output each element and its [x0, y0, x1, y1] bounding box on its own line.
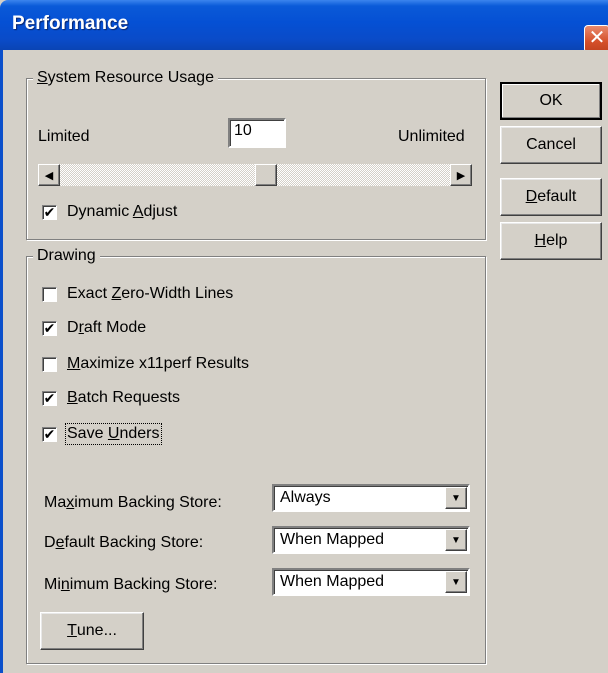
resource-slider[interactable]: ◀ ▶ — [38, 164, 472, 186]
chevron-down-icon: ▼ — [451, 576, 461, 588]
default-backing-store-select[interactable]: When Mapped ▼ — [272, 526, 470, 554]
batch-requests-box[interactable]: ✔ — [42, 391, 57, 406]
chevron-down-icon: ▼ — [451, 492, 461, 504]
close-button[interactable]: ✕ — [584, 25, 608, 53]
maximize-x11perf-label: Maximize x11perf Results — [67, 355, 249, 372]
chevron-down-icon: ▼ — [451, 534, 461, 546]
close-icon: ✕ — [588, 27, 606, 49]
cancel-button[interactable]: Cancel — [500, 126, 602, 164]
max-backing-store-value: Always — [280, 489, 331, 506]
max-backing-store-select[interactable]: Always ▼ — [272, 484, 470, 512]
slider-left-arrow[interactable]: ◀ — [38, 164, 60, 186]
arrow-left-icon: ◀ — [44, 169, 54, 182]
help-button[interactable]: Help — [500, 222, 602, 260]
drawing-group: Drawing — [26, 247, 486, 664]
default-button[interactable]: Default — [500, 178, 602, 216]
slider-right-arrow[interactable]: ▶ — [450, 164, 472, 186]
min-backing-store-select[interactable]: When Mapped ▼ — [272, 568, 470, 596]
dynamic-adjust-label: Dynamic Adjust — [67, 203, 178, 220]
default-backing-store-label: Default Backing Store: — [44, 534, 204, 551]
default-backing-store-dropdown[interactable]: ▼ — [445, 529, 467, 551]
draft-mode-label: Draft Mode — [67, 319, 147, 336]
min-backing-store-value: When Mapped — [280, 573, 385, 590]
exact-zero-width-box[interactable] — [42, 287, 57, 302]
min-backing-store-dropdown[interactable]: ▼ — [445, 571, 467, 593]
maximize-x11perf-box[interactable] — [42, 357, 57, 372]
batch-requests-label: Batch Requests — [67, 389, 180, 406]
slider-thumb[interactable] — [255, 164, 278, 186]
resource-usage-legend: System Resource Usage — [33, 69, 218, 87]
min-backing-store-label: Minimum Backing Store: — [44, 576, 218, 593]
window-frame — [0, 50, 3, 673]
max-backing-store-dropdown[interactable]: ▼ — [445, 487, 467, 509]
ok-button[interactable]: OK — [500, 82, 602, 120]
draft-mode-box[interactable]: ✔ — [42, 321, 57, 336]
resource-value-field[interactable]: 10 — [228, 118, 286, 148]
dynamic-adjust-box[interactable]: ✔ — [42, 205, 57, 220]
title-bar: Performance — [0, 0, 608, 50]
arrow-right-icon: ▶ — [456, 169, 466, 182]
save-unders-label: Save Unders — [65, 423, 162, 445]
exact-zero-width-label: Exact Zero-Width Lines — [67, 285, 234, 302]
save-unders-box[interactable]: ✔ — [42, 427, 57, 442]
limited-label: Limited — [38, 128, 90, 145]
window-title: Performance — [12, 13, 129, 34]
tune-button[interactable]: Tune... — [40, 612, 144, 650]
default-backing-store-value: When Mapped — [280, 531, 385, 548]
max-backing-store-label: Maximum Backing Store: — [44, 494, 222, 511]
drawing-legend: Drawing — [33, 247, 100, 265]
unlimited-label: Unlimited — [398, 128, 465, 145]
